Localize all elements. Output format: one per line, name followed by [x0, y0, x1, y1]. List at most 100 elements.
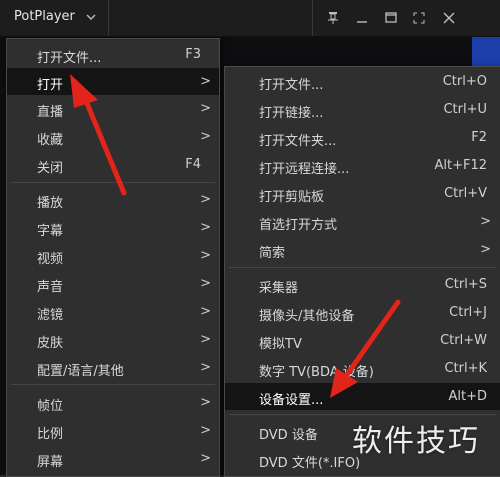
submenu-item-index[interactable]: 简索 >	[225, 236, 500, 263]
chevron-right-icon: >	[200, 192, 211, 207]
submenu-item-open-folder[interactable]: 打开文件夹... F2	[225, 124, 500, 151]
app-title[interactable]: PotPlayer	[14, 9, 75, 24]
submenu-item-open-remote[interactable]: 打开远程连接... Alt+F12	[225, 152, 500, 179]
menu-item-open[interactable]: 打开 >	[7, 68, 219, 95]
menu-item-label: 打开文件...	[259, 78, 324, 93]
submenu-item-open-file[interactable]: 打开文件... Ctrl+O	[225, 68, 500, 95]
menu-item-shortcut: Alt+F12	[434, 158, 487, 173]
menu-item-label: 字幕	[37, 224, 64, 239]
menu-item-label: 比例	[37, 427, 64, 442]
menu-item-shortcut: F2	[471, 130, 487, 145]
menu-item-label: 收藏	[37, 133, 64, 148]
menu-item-label: 皮肤	[37, 336, 64, 351]
chevron-right-icon: >	[200, 360, 211, 375]
chevron-right-icon: >	[480, 242, 491, 257]
menu-item-screen[interactable]: 屏幕 >	[7, 445, 219, 472]
submenu-item-preferred-open[interactable]: 首选打开方式 >	[225, 208, 500, 235]
menu-separator	[11, 182, 215, 183]
watermark: 软件技巧	[352, 424, 480, 459]
menu-item-label: 配置/语言/其他	[37, 364, 124, 379]
menu-separator	[229, 267, 497, 268]
menu-item-shortcut: Ctrl+K	[444, 361, 487, 376]
chevron-right-icon: >	[200, 276, 211, 291]
menu-item-label: 打开远程连接...	[259, 162, 350, 177]
chevron-right-icon: >	[200, 129, 211, 144]
menu-item-label: 屏幕	[37, 455, 64, 470]
chevron-right-icon: >	[200, 423, 211, 438]
menu-item-favorites[interactable]: 收藏 >	[7, 123, 219, 150]
menu-item-label: 播放	[37, 196, 64, 211]
submenu-item-open-link[interactable]: 打开链接... Ctrl+U	[225, 96, 500, 123]
submenu-item-analog-tv[interactable]: 模拟TV Ctrl+W	[225, 327, 500, 354]
menu-item-label: 视频	[37, 252, 64, 267]
menu-item-shortcut: Ctrl+O	[442, 74, 487, 89]
menu-item-close[interactable]: 关闭 F4	[7, 151, 219, 178]
maximize-icon[interactable]	[380, 8, 402, 28]
menu-item-subtitles[interactable]: 字幕 >	[7, 214, 219, 241]
menu-item-label: 打开文件...	[37, 51, 102, 66]
menu-separator	[229, 414, 497, 415]
menu-item-shortcut: F4	[185, 157, 201, 172]
menu-item-open-file[interactable]: 打开文件... F3	[7, 41, 219, 68]
menu-item-ratio[interactable]: 比例 >	[7, 417, 219, 444]
submenu-item-camera[interactable]: 摄像头/其他设备 Ctrl+J	[225, 299, 500, 326]
menu-item-filters[interactable]: 滤镜 >	[7, 298, 219, 325]
menu-item-audio[interactable]: 声音 >	[7, 270, 219, 297]
title-divider	[312, 0, 313, 36]
submenu-item-digital-tv[interactable]: 数字 TV(BDA 设备) Ctrl+K	[225, 355, 500, 382]
menu-item-label: 声音	[37, 280, 64, 295]
chevron-right-icon: >	[200, 304, 211, 319]
menu-item-playback[interactable]: 播放 >	[7, 186, 219, 213]
chevron-right-icon: >	[200, 74, 211, 89]
menu-item-label: 简索	[259, 246, 286, 261]
chevron-right-icon: >	[200, 101, 211, 116]
menu-item-label: 帧位	[37, 399, 64, 414]
menu-item-shortcut: Alt+D	[448, 389, 487, 404]
menu-item-label: DVD 文件(*.IFO)	[259, 456, 361, 471]
menu-item-shortcut: Ctrl+U	[443, 102, 487, 117]
chevron-down-icon[interactable]	[84, 10, 98, 24]
menu-item-frame[interactable]: 帧位 >	[7, 389, 219, 416]
menu-item-video[interactable]: 视频 >	[7, 242, 219, 269]
menu-item-label: 关闭	[37, 161, 64, 176]
menu-separator	[11, 384, 215, 385]
chevron-right-icon: >	[200, 248, 211, 263]
title-divider	[108, 0, 109, 36]
menu-item-label: 数字 TV(BDA 设备)	[259, 365, 374, 380]
minimize-icon[interactable]	[351, 8, 373, 28]
close-icon[interactable]	[438, 8, 460, 28]
menu-item-label: 模拟TV	[259, 337, 302, 352]
menu-item-label: 打开链接...	[259, 106, 324, 121]
submenu-item-capture[interactable]: 采集器 Ctrl+S	[225, 271, 500, 298]
menu-item-shortcut: F3	[185, 47, 201, 62]
chevron-right-icon: >	[200, 332, 211, 347]
menu-item-shortcut: Ctrl+W	[440, 333, 487, 348]
menu-item-shortcut: Ctrl+S	[444, 277, 487, 292]
video-edge	[472, 37, 500, 69]
menu-item-label: 打开文件夹...	[259, 134, 337, 149]
menu-item-label: 摄像头/其他设备	[259, 309, 355, 324]
menu-item-shortcut: Ctrl+J	[449, 305, 487, 320]
menu-item-shortcut: Ctrl+V	[444, 186, 487, 201]
menu-item-skins[interactable]: 皮肤 >	[7, 326, 219, 353]
chevron-right-icon: >	[200, 451, 211, 466]
title-bar: PotPlayer	[0, 0, 500, 37]
chevron-right-icon: >	[200, 395, 211, 410]
pin-icon[interactable]	[322, 8, 344, 28]
menu-item-label: 设备设置...	[259, 393, 324, 408]
menu-item-label: 采集器	[259, 281, 299, 296]
chevron-right-icon: >	[480, 214, 491, 229]
menu-item-config[interactable]: 配置/语言/其他 >	[7, 354, 219, 381]
menu-item-label: 直播	[37, 105, 64, 120]
chevron-right-icon: >	[200, 220, 211, 235]
menu-item-label: DVD 设备	[259, 428, 318, 443]
menu-item-live[interactable]: 直播 >	[7, 95, 219, 122]
menu-item-label: 打开	[37, 78, 64, 93]
fullscreen-icon[interactable]	[408, 8, 430, 28]
main-context-menu: 打开文件... F3 打开 > 直播 > 收藏 > 关闭 F4 播放 > 字幕 …	[6, 38, 220, 477]
menu-item-label: 打开剪贴板	[259, 190, 325, 205]
submenu-item-device-settings[interactable]: 设备设置... Alt+D	[225, 383, 500, 410]
menu-item-label: 首选打开方式	[259, 218, 338, 233]
menu-item-label: 滤镜	[37, 308, 64, 323]
submenu-item-open-clipboard[interactable]: 打开剪贴板 Ctrl+V	[225, 180, 500, 207]
